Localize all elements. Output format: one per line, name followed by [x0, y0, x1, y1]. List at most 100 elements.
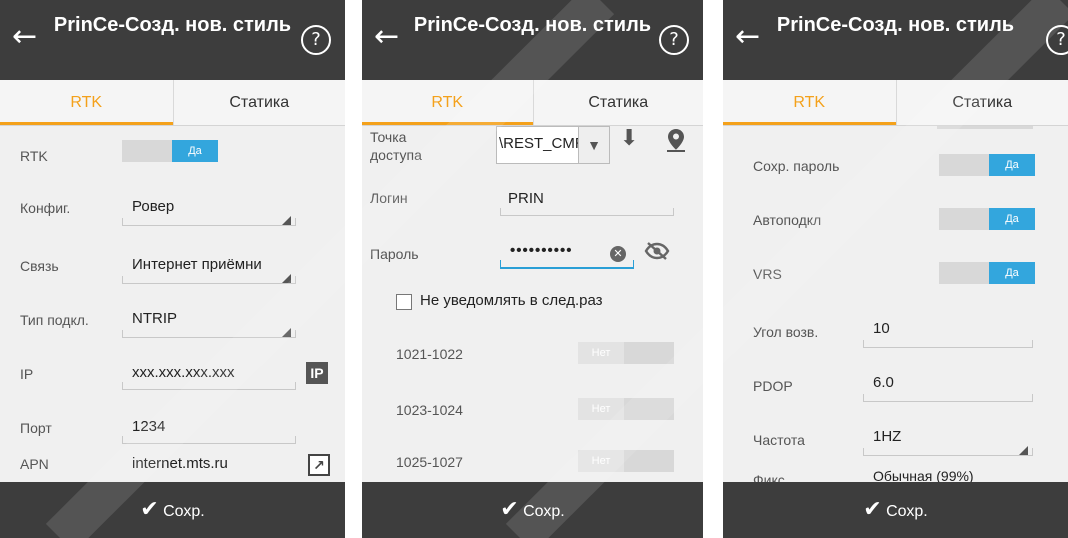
dropdown-corner-icon — [1019, 446, 1028, 455]
tab-static[interactable]: Статика — [532, 80, 704, 125]
dropdown-corner-icon — [282, 216, 291, 225]
dont-notify-checkbox[interactable] — [396, 294, 412, 310]
toggle-state: Да — [989, 262, 1035, 284]
toggle-state: Да — [989, 154, 1035, 176]
row-ip: IP xxx.xxx.xxx.xxx IP — [0, 346, 345, 402]
field-underline — [122, 276, 296, 284]
field-underline — [122, 382, 296, 390]
eye-off-icon[interactable] — [644, 240, 670, 262]
toggle-state: Да — [989, 208, 1035, 230]
download-icon[interactable]: ⬇ — [620, 126, 638, 151]
field-underline — [500, 260, 634, 269]
save-button[interactable]: ✔ Сохр. — [0, 482, 345, 538]
row-pdop: PDOP 6.0 — [723, 356, 1068, 412]
row-label: Конфиг. — [20, 200, 71, 216]
page-title: PrinCe-Созд. нов. стиль — [776, 14, 1015, 36]
field-underline — [863, 448, 1033, 456]
row-rtk: RTK Да — [0, 126, 345, 182]
tab-bar: RTK Статика — [723, 80, 1068, 126]
dropdown-corner-icon — [282, 274, 291, 283]
access-point-value: \REST_CMR — [499, 135, 579, 152]
row-port: Порт 1234 — [0, 400, 345, 456]
password-input[interactable]: •••••••••• — [510, 242, 573, 259]
row-label: 1025-1027 — [396, 454, 463, 470]
row-label: Сохр. пароль — [753, 158, 840, 174]
save-button[interactable]: ✔ Сохр. — [723, 482, 1068, 538]
arrow-left-icon[interactable]: ← — [374, 22, 399, 52]
save-label: Сохр. — [163, 503, 205, 520]
tab-rtk[interactable]: RTK — [723, 80, 896, 125]
arrow-left-icon[interactable]: ← — [12, 22, 37, 52]
arrow-left-icon[interactable]: ← — [735, 22, 760, 52]
row-link[interactable]: Связь Интернет приёмни — [0, 236, 345, 292]
apn-input[interactable]: internet.mts.ru — [132, 455, 228, 472]
row-label: Пароль — [370, 246, 419, 262]
row-label: IP — [20, 366, 34, 382]
field-underline — [122, 218, 296, 226]
rtk-toggle[interactable]: Да — [122, 140, 218, 162]
port-input[interactable]: 1234 — [132, 418, 165, 435]
field-underline — [122, 436, 296, 444]
help-icon[interactable]: ? — [659, 25, 689, 55]
row-label: Логин — [370, 190, 408, 206]
elevation-angle-input[interactable]: 10 — [873, 320, 890, 337]
field-underline — [863, 340, 1033, 348]
toggle-state: Нет — [578, 450, 624, 472]
screen-rtk-settings-1: ← PrinCe-Созд. нов. стиль ? RTK Статика … — [0, 0, 345, 538]
tab-rtk[interactable]: RTK — [362, 80, 533, 125]
row-label: RTK — [20, 148, 48, 164]
row-label: VRS — [753, 266, 782, 282]
app-bar: ← PrinCe-Созд. нов. стиль ? — [723, 0, 1068, 80]
row-connection-type[interactable]: Тип подкл. NTRIP — [0, 292, 345, 348]
field-underline — [122, 330, 296, 338]
location-pin-icon[interactable] — [662, 126, 690, 154]
toggle-state: Нет — [578, 342, 624, 364]
row-config[interactable]: Конфиг. Ровер — [0, 178, 345, 234]
row-label: Автоподкл — [753, 212, 822, 228]
row-access-point: Точка доступа \REST_CMR ▼ ⬇ — [362, 126, 703, 182]
row-1021-1022: 1021-1022 Нет — [362, 334, 703, 390]
row-label: Тип подкл. — [20, 312, 89, 328]
ip-icon[interactable]: IP — [306, 362, 328, 384]
row-password: Пароль •••••••••• ✕ — [362, 234, 703, 290]
save-password-toggle[interactable]: Да — [939, 154, 1035, 176]
autoconnect-toggle[interactable]: Да — [939, 208, 1035, 230]
toggle-1021-1022[interactable]: Нет — [578, 342, 674, 364]
scrolled-row-edge — [723, 126, 1068, 134]
row-autoconnect: Автоподкл Да — [723, 194, 1068, 250]
tab-static[interactable]: Статика — [172, 80, 346, 125]
checkmark-icon: ✔ — [863, 497, 882, 522]
vrs-toggle[interactable]: Да — [939, 262, 1035, 284]
toggle-1025-1027[interactable]: Нет — [578, 450, 674, 472]
tab-rtk[interactable]: RTK — [0, 80, 173, 125]
tab-static[interactable]: Статика — [895, 80, 1068, 125]
row-save-password: Сохр. пароль Да — [723, 140, 1068, 196]
row-label: Точка доступа — [370, 129, 422, 163]
field-underline — [500, 208, 674, 216]
help-icon[interactable]: ? — [301, 25, 331, 55]
settings-list: RTK Да Конфиг. Ровер Связь Интернет приё… — [0, 126, 345, 482]
tab-bar: RTK Статика — [362, 80, 703, 126]
pdop-input[interactable]: 6.0 — [873, 374, 894, 391]
caret-down-icon: ▼ — [578, 127, 609, 163]
help-icon[interactable]: ? — [1046, 25, 1068, 55]
app-bar: ← PrinCe-Созд. нов. стиль ? — [0, 0, 345, 80]
toggle-1023-1024[interactable]: Нет — [578, 398, 674, 420]
config-select-value: Ровер — [132, 198, 175, 215]
dropdown-corner-icon — [282, 328, 291, 337]
login-input[interactable]: PRIN — [508, 190, 544, 207]
settings-list: Точка доступа \REST_CMR ▼ ⬇ Логин PRIN П… — [362, 126, 703, 482]
row-vrs: VRS Да — [723, 248, 1068, 304]
access-point-combo[interactable]: \REST_CMR ▼ — [496, 126, 610, 164]
screen-rtk-settings-3: ← PrinCe-Созд. нов. стиль ? RTK Статика … — [723, 0, 1068, 538]
save-label: Сохр. — [523, 503, 565, 520]
screen-rtk-settings-2: ← PrinCe-Созд. нов. стиль ? RTK Статика … — [362, 0, 703, 538]
external-link-icon[interactable]: ↗ — [308, 454, 330, 476]
settings-list: Сохр. пароль Да Автоподкл Да VRS Да Угол… — [723, 126, 1068, 488]
row-label: 1021-1022 — [396, 346, 463, 362]
ip-input[interactable]: xxx.xxx.xxx.xxx — [132, 364, 235, 381]
save-button[interactable]: ✔ Сохр. — [362, 482, 703, 538]
row-elevation-angle: Угол возв. 10 — [723, 302, 1068, 358]
row-label: Порт — [20, 420, 52, 436]
row-label: PDOP — [753, 378, 793, 394]
